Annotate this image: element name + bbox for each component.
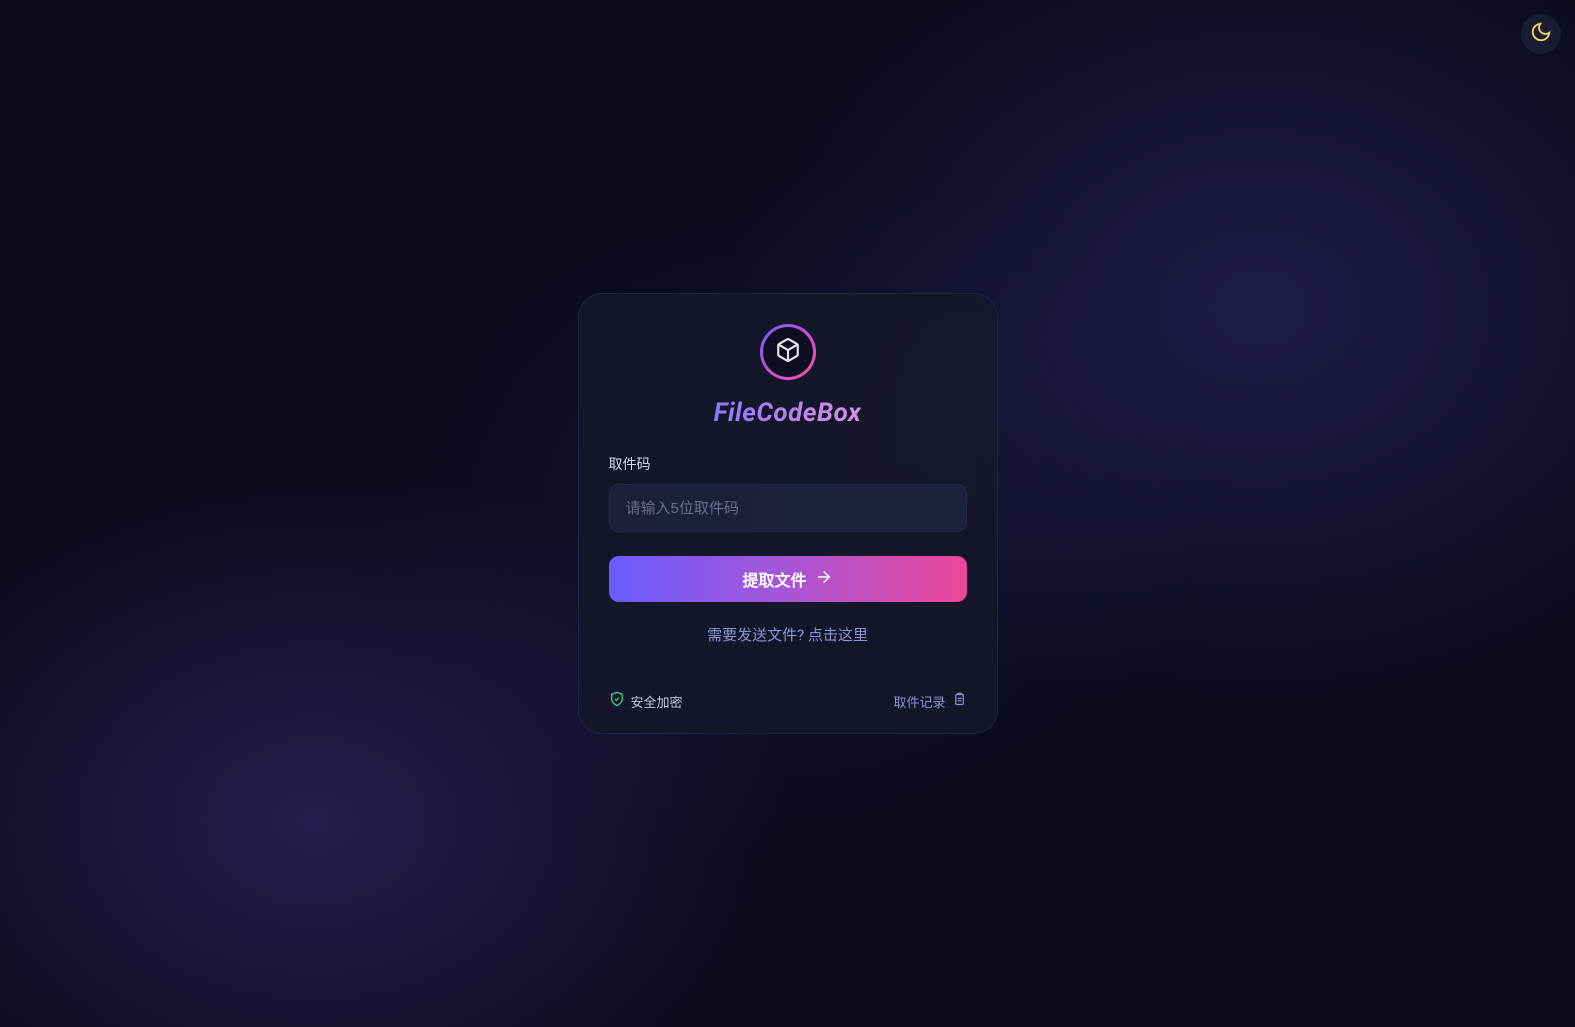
history-label: 取件记录 <box>893 692 945 711</box>
theme-toggle-button[interactable] <box>1521 14 1561 54</box>
app-title: FileCodeBox <box>714 398 862 428</box>
card-footer: 安全加密 取件记录 <box>609 691 967 711</box>
logo-inner <box>763 327 813 377</box>
logo-ring <box>760 324 816 380</box>
shield-check-icon <box>609 691 625 711</box>
history-link[interactable]: 取件记录 <box>893 692 966 711</box>
send-file-link[interactable]: 需要发送文件? 点击这里 <box>609 624 967 645</box>
arrow-right-icon <box>815 568 833 591</box>
retrieve-file-button[interactable]: 提取文件 <box>609 556 967 602</box>
retrieve-card: FileCodeBox 取件码 提取文件 需要发送文件? 点击这里 安全加密 取… <box>578 293 998 734</box>
box-icon <box>775 337 801 367</box>
clipboard-icon <box>952 692 967 711</box>
logo-section: FileCodeBox <box>609 324 967 428</box>
pickup-code-input[interactable] <box>609 484 967 532</box>
code-field-label: 取件码 <box>609 454 967 474</box>
secure-badge: 安全加密 <box>609 691 683 711</box>
secure-label: 安全加密 <box>631 692 683 711</box>
retrieve-button-label: 提取文件 <box>742 567 806 591</box>
moon-icon <box>1530 21 1552 47</box>
